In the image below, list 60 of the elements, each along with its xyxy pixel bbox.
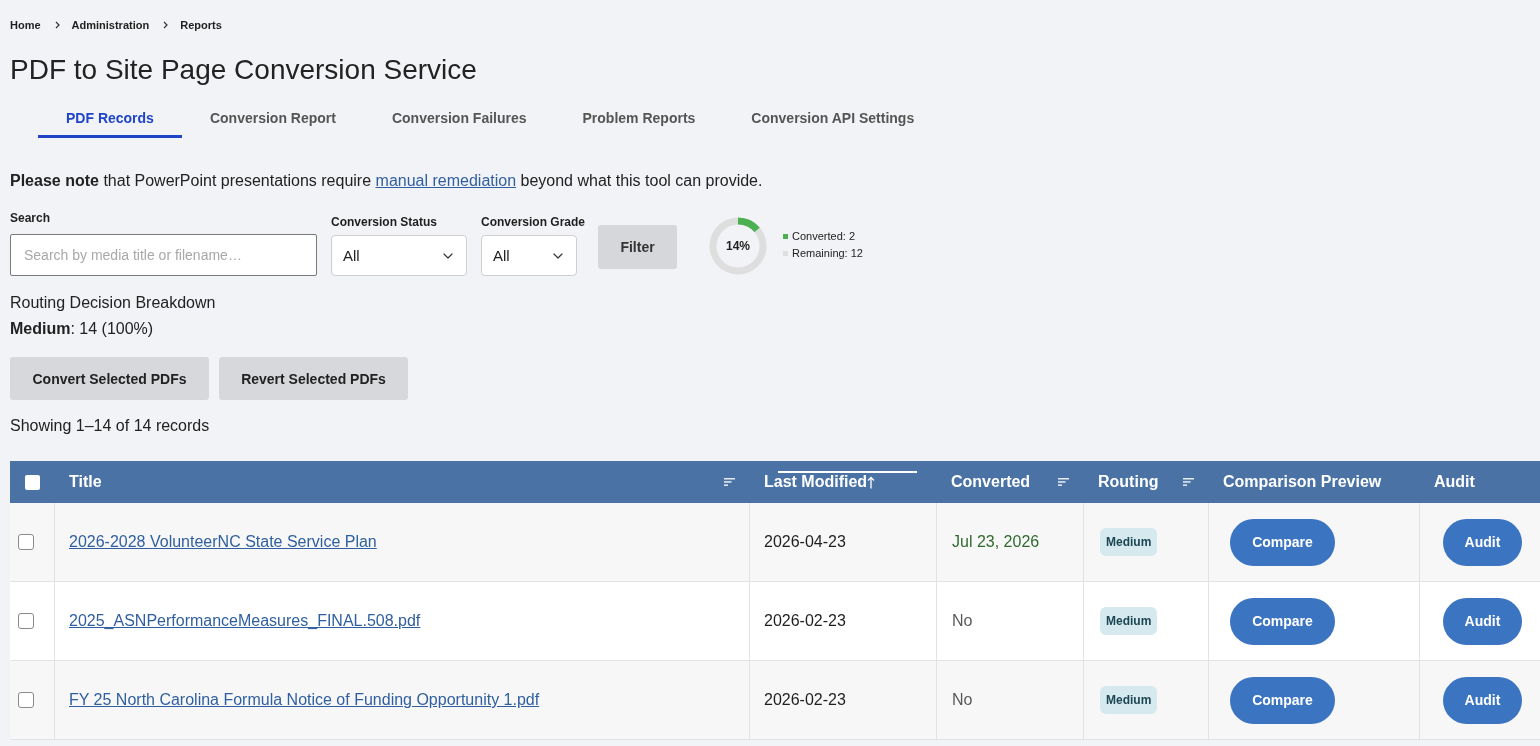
column-header[interactable]: Converted bbox=[951, 472, 1031, 492]
audit-button[interactable]: Audit bbox=[1443, 676, 1522, 724]
pdf-title-link[interactable]: 2025_ASNPerformanceMeasures_FINAL.508.pdf bbox=[69, 612, 421, 630]
breadcrumb-link[interactable]: Reports bbox=[180, 18, 222, 32]
search-field[interactable]: Search by media title or filename… bbox=[10, 234, 317, 276]
routing-badge: Medium bbox=[1100, 528, 1158, 556]
row-checkbox[interactable] bbox=[18, 613, 34, 629]
page-title: PDF to Site Page Conversion Service bbox=[10, 53, 478, 87]
breadcrumb-link[interactable]: Administration bbox=[71, 18, 150, 32]
status-label: Conversion Status bbox=[331, 215, 439, 229]
sort-icon[interactable] bbox=[1058, 478, 1069, 486]
status-select[interactable]: All bbox=[331, 235, 467, 276]
column-header: Audit bbox=[1434, 472, 1475, 492]
tab[interactable]: Conversion API Settings bbox=[723, 98, 943, 138]
tab[interactable]: Conversion Report bbox=[181, 98, 364, 138]
breakdown-title: Routing Decision Breakdown bbox=[10, 293, 217, 313]
compare-button[interactable]: Compare bbox=[1230, 518, 1335, 566]
notice-text: Please note that PowerPoint presentations require manual remediation beyond what this tool can provide. bbox=[10, 171, 764, 191]
select-all-checkbox[interactable] bbox=[25, 474, 40, 490]
tab[interactable]: Conversion Failures bbox=[363, 98, 555, 138]
converted-status: No bbox=[952, 691, 973, 709]
pdf-title-link[interactable]: 2026-2028 VolunteerNC State Service Plan bbox=[69, 533, 377, 551]
chevron-right-icon bbox=[163, 21, 169, 29]
sort-icon[interactable] bbox=[1183, 478, 1194, 486]
audit-button[interactable]: Audit bbox=[1443, 518, 1522, 566]
bulk-action-button[interactable]: Revert Selected PDFs bbox=[219, 357, 408, 400]
records-summary: Showing 1–14 of 14 records bbox=[10, 416, 211, 436]
tab[interactable]: Problem Reports bbox=[554, 98, 724, 138]
compare-button[interactable]: Compare bbox=[1230, 597, 1335, 645]
grade-select[interactable]: All bbox=[481, 235, 577, 276]
converted-status: No bbox=[952, 612, 973, 630]
row-checkbox[interactable] bbox=[18, 692, 34, 708]
row-checkbox[interactable] bbox=[18, 534, 34, 550]
remediation-link[interactable]: manual remediation bbox=[375, 172, 517, 189]
column-header[interactable]: Title bbox=[69, 472, 102, 492]
progress-percent: 14% bbox=[726, 238, 751, 254]
search-label: Search bbox=[10, 211, 52, 225]
modified-date: 2026-02-23 bbox=[764, 691, 846, 709]
sort-icon[interactable] bbox=[724, 478, 735, 486]
routing-badge: Medium bbox=[1100, 686, 1158, 714]
column-header: Comparison Preview bbox=[1223, 472, 1382, 492]
routing-badge: Medium bbox=[1100, 607, 1158, 635]
tab[interactable]: PDF Records bbox=[38, 98, 182, 138]
converted-status: Jul 23, 2026 bbox=[952, 533, 1040, 551]
modified-date: 2026-04-23 bbox=[764, 533, 846, 551]
audit-button[interactable]: Audit bbox=[1443, 597, 1522, 645]
grade-label: Conversion Grade bbox=[481, 215, 586, 229]
breakdown-line: Medium: 14 (100%) bbox=[10, 319, 155, 339]
chevron-right-icon bbox=[54, 21, 60, 29]
compare-button[interactable]: Compare bbox=[1230, 676, 1335, 724]
pdf-title-link[interactable]: FY 25 North Carolina Formula Notice of Funding Opportunity 1.pdf bbox=[69, 691, 540, 709]
legend-label: Converted: 2 bbox=[792, 229, 855, 244]
breadcrumb-link[interactable]: Home bbox=[10, 18, 41, 32]
column-header[interactable]: Last Modified bbox=[764, 472, 868, 492]
column-header[interactable]: Routing bbox=[1098, 472, 1159, 492]
bulk-action-button[interactable]: Convert Selected PDFs bbox=[10, 357, 209, 400]
filter-button[interactable]: Filter bbox=[598, 225, 678, 269]
modified-date: 2026-02-23 bbox=[764, 612, 846, 630]
arrow-up-icon bbox=[867, 475, 876, 489]
legend-label: Remaining: 12 bbox=[792, 246, 863, 261]
